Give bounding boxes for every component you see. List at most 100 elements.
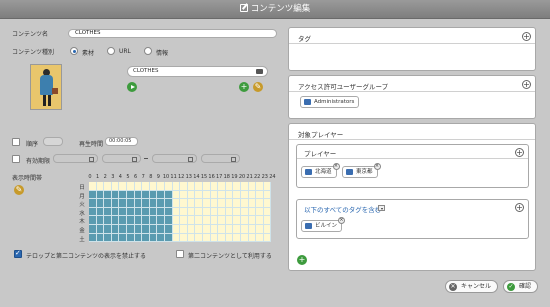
schedule-cell[interactable] (134, 207, 143, 217)
schedule-cell[interactable] (89, 182, 97, 191)
schedule-cell[interactable] (172, 199, 181, 208)
schedule-cell[interactable] (187, 190, 196, 200)
schedule-cell[interactable] (180, 199, 188, 208)
schedule-cell[interactable] (256, 190, 264, 200)
schedule-cell[interactable] (256, 225, 264, 234)
schedule-cell[interactable] (149, 182, 158, 191)
schedule-cell[interactable] (119, 225, 127, 234)
schedule-cell[interactable] (233, 233, 241, 243)
schedule-cell[interactable] (203, 207, 211, 217)
add-target-button[interactable]: + (297, 255, 307, 265)
schedule-cell[interactable] (165, 199, 173, 208)
schedule-cell[interactable] (256, 233, 264, 243)
remove-chip-icon[interactable]: × (338, 217, 346, 224)
schedule-cell[interactable] (111, 182, 120, 191)
schedule-cell[interactable] (104, 225, 112, 234)
schedule-cell[interactable] (134, 199, 143, 208)
schedule-cell[interactable] (127, 190, 135, 200)
schedule-cell[interactable] (218, 199, 226, 208)
schedule-cell[interactable] (241, 233, 249, 243)
schedule-cell[interactable] (210, 225, 219, 234)
schedule-cell[interactable] (180, 216, 188, 225)
radio-info[interactable] (144, 47, 152, 55)
schedule-cell[interactable] (256, 207, 264, 217)
schedule-cell[interactable] (263, 233, 272, 243)
schedule-cell[interactable] (187, 225, 196, 234)
schedule-cell[interactable] (248, 216, 257, 225)
schedule-cell[interactable] (111, 216, 120, 225)
validity-end-date[interactable] (152, 154, 197, 163)
schedule-cell[interactable] (187, 207, 196, 217)
schedule-cell[interactable] (195, 207, 203, 217)
player-chip[interactable]: 北海道 × (301, 163, 340, 178)
schedule-cell[interactable] (165, 182, 173, 191)
folder-icon[interactable] (256, 69, 263, 74)
schedule-cell[interactable] (149, 216, 158, 225)
schedule-cell[interactable] (241, 207, 249, 217)
schedule-cell[interactable] (263, 216, 272, 225)
schedule-cell[interactable] (127, 207, 135, 217)
schedule-cell[interactable] (157, 199, 165, 208)
schedule-cell[interactable] (157, 233, 165, 243)
group-chip[interactable]: Administrators (300, 96, 360, 108)
schedule-cell[interactable] (127, 216, 135, 225)
schedule-cell[interactable] (104, 190, 112, 200)
radio-material[interactable] (70, 47, 78, 55)
schedule-cell[interactable] (96, 207, 105, 217)
schedule-cell[interactable] (172, 216, 181, 225)
schedule-cell[interactable] (142, 199, 150, 208)
schedule-cell[interactable] (187, 199, 196, 208)
validity-checkbox[interactable] (12, 155, 20, 163)
file-select-field[interactable]: CLOTHES (127, 66, 268, 77)
schedule-cell[interactable] (210, 216, 219, 225)
schedule-cell[interactable] (134, 190, 143, 200)
telop-disable-checkbox[interactable] (14, 249, 22, 258)
schedule-cell[interactable] (165, 216, 173, 225)
playback-time-field[interactable]: 00:00:05 (105, 137, 138, 146)
schedule-cell[interactable] (119, 190, 127, 200)
schedule-cell[interactable] (96, 216, 105, 225)
schedule-cell[interactable] (89, 233, 97, 243)
schedule-cell[interactable] (195, 225, 203, 234)
schedule-cell[interactable] (233, 207, 241, 217)
schedule-cell[interactable] (248, 182, 257, 191)
schedule-cell[interactable] (89, 225, 97, 234)
tag-filter-dropdown-icon[interactable] (378, 205, 385, 211)
schedule-cell[interactable] (218, 225, 226, 234)
schedule-cell[interactable] (195, 216, 203, 225)
schedule-cell[interactable] (142, 216, 150, 225)
schedule-cell[interactable] (111, 233, 120, 243)
edit-file-button[interactable]: ✎ (253, 82, 263, 92)
schedule-cell[interactable] (142, 207, 150, 217)
schedule-cell[interactable] (172, 225, 181, 234)
add-filter-tag-icon[interactable]: + (515, 203, 524, 212)
schedule-cell[interactable] (218, 216, 226, 225)
schedule-cell[interactable] (157, 216, 165, 225)
schedule-cell[interactable] (225, 182, 234, 191)
schedule-cell[interactable] (210, 199, 219, 208)
schedule-cell[interactable] (203, 225, 211, 234)
schedule-edit-button[interactable]: ✎ (14, 185, 24, 195)
schedule-cell[interactable] (195, 190, 203, 200)
play-button[interactable] (127, 82, 137, 92)
schedule-cell[interactable] (248, 199, 257, 208)
schedule-cell[interactable] (111, 207, 120, 217)
schedule-cell[interactable] (256, 216, 264, 225)
schedule-cell[interactable] (127, 199, 135, 208)
schedule-cell[interactable] (263, 182, 272, 191)
schedule-cell[interactable] (111, 190, 120, 200)
add-player-icon[interactable]: + (515, 148, 524, 157)
schedule-cell[interactable] (89, 199, 97, 208)
schedule-cell[interactable] (104, 199, 112, 208)
schedule-cell[interactable] (203, 233, 211, 243)
schedule-cell[interactable] (248, 190, 257, 200)
schedule-cell[interactable] (119, 199, 127, 208)
schedule-cell[interactable] (180, 182, 188, 191)
schedule-cell[interactable] (218, 190, 226, 200)
schedule-cell[interactable] (218, 207, 226, 217)
schedule-cell[interactable] (210, 233, 219, 243)
schedule-cell[interactable] (104, 182, 112, 191)
confirm-button[interactable]: ✓ 確認 (503, 280, 539, 293)
schedule-cell[interactable] (89, 190, 97, 200)
schedule-cell[interactable] (119, 207, 127, 217)
